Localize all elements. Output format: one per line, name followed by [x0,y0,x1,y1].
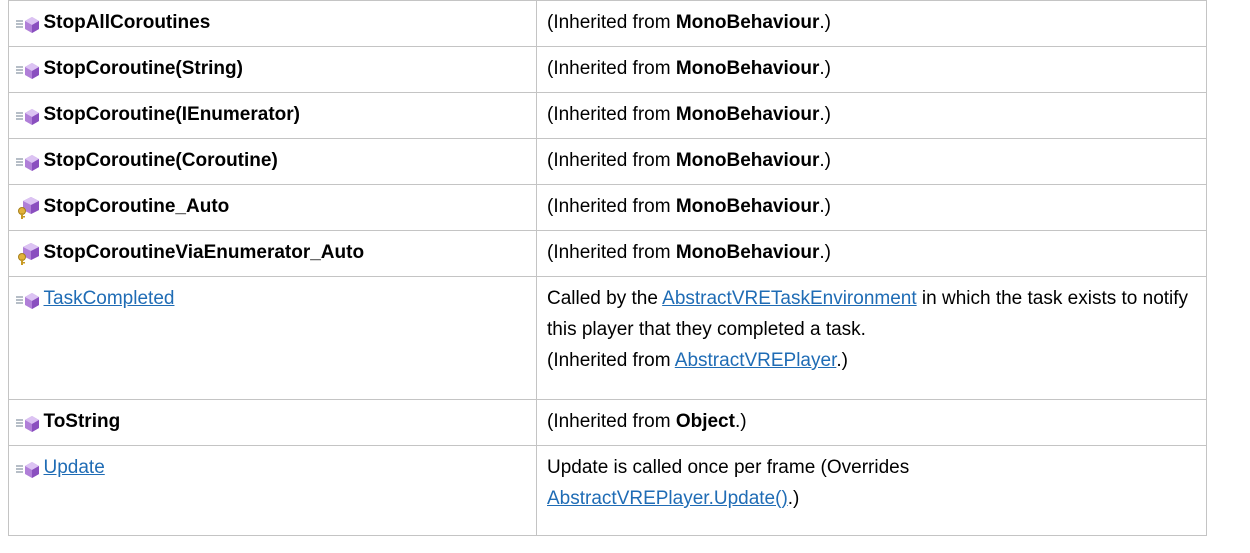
desc-text: Called by the [547,288,663,309]
inherited-class: MonoBehaviour [675,150,820,171]
internal-method-icon [15,194,41,220]
table-row: StopCoroutineViaEnumerator_Auto (Inherit… [8,230,1207,277]
table-row: StopCoroutine(String) (Inherited from Mo… [8,46,1207,93]
member-name: StopCoroutineViaEnumerator_Auto [43,242,365,263]
desc-prefix: (Inherited from [547,58,676,79]
table-row: Update Update is called once per frame (… [8,445,1207,536]
link-abstractvreplayer[interactable]: AbstractVREPlayer [675,350,837,371]
public-method-icon [15,102,41,128]
public-method-icon [15,286,41,312]
desc-text: Update is called once per frame (Overrid… [547,457,910,478]
public-method-icon [15,10,41,36]
members-table: StopAllCoroutines (Inherited from MonoBe… [8,0,1207,536]
public-method-icon [15,148,41,174]
link-abstractvretaskenvironment[interactable]: AbstractVRETaskEnvironment [662,288,917,309]
desc-prefix: (Inherited from [547,196,676,217]
desc-suffix: .) [819,12,831,33]
public-method-icon [15,56,41,82]
inherited-class: Object [675,411,735,432]
member-name: StopCoroutine(String) [43,58,243,79]
link-abstractvreplayer-update[interactable]: AbstractVREPlayer.Update() [547,488,788,509]
desc-suffix: .) [819,150,831,171]
public-method-icon [15,455,41,481]
desc-suffix: .) [819,104,831,125]
member-name: StopCoroutine(Coroutine) [43,150,278,171]
member-link-taskcompleted[interactable]: TaskCompleted [44,288,175,309]
member-name: ToString [43,411,121,432]
member-name: StopAllCoroutines [43,12,211,33]
desc-suffix: .) [734,411,747,432]
desc-prefix: (Inherited from [547,150,676,171]
member-name: StopCoroutine(IEnumerator) [43,104,301,125]
desc-suffix: .) [819,196,831,217]
inherited-class: MonoBehaviour [675,58,820,79]
inherited-class: MonoBehaviour [675,242,820,263]
internal-method-icon [15,240,41,266]
table-row: StopCoroutine(Coroutine) (Inherited from… [8,138,1207,185]
table-row: StopCoroutine_Auto (Inherited from MonoB… [8,184,1207,231]
desc-prefix: (Inherited from [547,350,675,371]
member-link-update[interactable]: Update [44,457,105,478]
inherited-class: MonoBehaviour [675,104,820,125]
desc-prefix: (Inherited from [547,104,676,125]
desc-suffix: .) [787,488,800,509]
desc-suffix: .) [836,350,848,371]
table-row: ToString (Inherited from Object.) [8,399,1207,446]
desc-suffix: .) [819,242,831,263]
table-row: StopCoroutine(IEnumerator) (Inherited fr… [8,92,1207,139]
desc-prefix: (Inherited from [547,242,676,263]
member-name: StopCoroutine_Auto [43,196,230,217]
public-method-icon [15,409,41,435]
desc-prefix: (Inherited from [547,411,676,432]
table-row: TaskCompleted Called by the AbstractVRET… [8,276,1207,400]
inherited-class: MonoBehaviour [675,12,820,33]
desc-prefix: (Inherited from [547,12,676,33]
table-row: StopAllCoroutines (Inherited from MonoBe… [8,0,1207,47]
desc-suffix: .) [819,58,831,79]
inherited-class: MonoBehaviour [675,196,820,217]
